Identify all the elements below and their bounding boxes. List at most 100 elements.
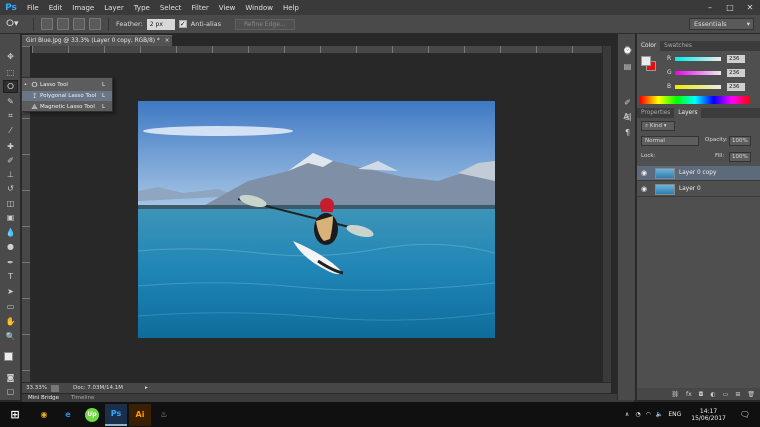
move-tool-icon[interactable]: ✥ [3, 50, 18, 63]
subtract-selection-icon[interactable] [73, 18, 85, 30]
screen-mode-icon[interactable]: ▢ [3, 385, 18, 398]
layer-row[interactable]: ◉ Layer 0 copy [637, 166, 760, 181]
menu-layer[interactable]: Layer [99, 4, 129, 12]
minimize-icon[interactable]: – [700, 0, 720, 15]
zoom-tool-icon[interactable]: 🔍 [3, 330, 18, 343]
close-icon[interactable]: × [165, 38, 170, 44]
steam-icon[interactable]: ♨ [153, 404, 175, 426]
blue-gradient[interactable] [675, 84, 721, 89]
status-arrow-icon[interactable]: ▸ [145, 385, 148, 391]
green-slider[interactable]: G 236 [667, 68, 757, 77]
shape-tool-icon[interactable]: ▭ [3, 300, 18, 313]
windows-start-icon[interactable]: ⊞ [4, 404, 26, 426]
gradient-tool-icon[interactable]: ▣ [3, 211, 18, 224]
green-value[interactable]: 236 [727, 68, 745, 77]
hand-tool-icon[interactable]: ✋ [3, 315, 18, 328]
workspace-select[interactable]: Essentials ▾ [689, 18, 754, 30]
layer-name[interactable]: Layer 0 copy [679, 170, 716, 176]
menu-view[interactable]: View [214, 4, 241, 12]
green-gradient[interactable] [675, 70, 721, 75]
flyout-item-magnetic-lasso[interactable]: ⟁ Magnetic Lasso Tool L [22, 102, 112, 112]
volume-icon[interactable]: 🔈 [656, 411, 663, 418]
blur-tool-icon[interactable]: 💧 [3, 226, 18, 239]
blend-mode-select[interactable]: Normal [641, 136, 699, 146]
history-panel-icon[interactable]: ⌚ [620, 44, 635, 57]
edge-icon[interactable]: e [57, 404, 79, 426]
foreground-color-swatch[interactable] [4, 352, 13, 361]
blue-slider[interactable]: B 236 [667, 82, 757, 91]
chrome-icon[interactable]: ◉ [33, 404, 55, 426]
fill-input[interactable]: 100% [729, 152, 751, 162]
menu-filter[interactable]: Filter [186, 4, 213, 12]
lasso-tool-icon[interactable]: ⵔ [3, 80, 18, 93]
menu-window[interactable]: Window [240, 4, 278, 12]
flyout-item-lasso[interactable]: • ⵔ Lasso Tool L [22, 80, 112, 90]
document-image[interactable] [138, 101, 495, 338]
tab-timeline[interactable]: Timeline [65, 395, 100, 401]
eyedropper-tool-icon[interactable]: ⁄ [3, 124, 18, 137]
chevron-up-icon[interactable]: ∧ [625, 411, 629, 418]
fx-icon[interactable]: fx [686, 391, 692, 398]
refine-edge-button[interactable]: Refine Edge... [235, 18, 295, 30]
upwork-icon[interactable]: Up [85, 407, 99, 422]
color-spectrum[interactable] [640, 96, 750, 104]
menu-select[interactable]: Select [155, 4, 187, 12]
layer-name[interactable]: Layer 0 [679, 186, 701, 192]
color-fg-swatch[interactable] [641, 56, 651, 66]
adjustment-icon[interactable]: ◐ [710, 391, 715, 398]
tab-properties[interactable]: Properties [637, 108, 674, 118]
menu-type[interactable]: Type [129, 4, 155, 12]
type-tool-icon[interactable]: T [3, 270, 18, 283]
red-gradient[interactable] [675, 56, 721, 61]
wifi-icon[interactable]: ◠ [646, 411, 651, 418]
folder-icon[interactable]: ▭ [723, 391, 729, 398]
eraser-tool-icon[interactable]: ◫ [3, 197, 18, 210]
vertical-scrollbar[interactable] [603, 46, 611, 382]
maximize-icon[interactable]: □ [720, 0, 740, 15]
mask-icon[interactable]: ◘ [699, 391, 704, 398]
zoom-readout[interactable]: 33.33% [22, 385, 51, 391]
notification-icon[interactable]: 🗨 [740, 410, 750, 419]
character-panel-icon[interactable]: A| [620, 110, 635, 123]
tab-color[interactable]: Color [637, 41, 661, 51]
eye-icon[interactable]: ◉ [637, 185, 651, 193]
new-layer-icon[interactable]: ⊞ [735, 391, 740, 398]
red-value[interactable]: 236 [727, 54, 745, 63]
menu-file[interactable]: File [22, 4, 44, 12]
illustrator-icon[interactable]: Ai [129, 403, 151, 426]
dodge-tool-icon[interactable]: ● [3, 240, 18, 253]
clock[interactable]: 14:17 15/06/2017 [691, 408, 726, 422]
lasso-preset-icon[interactable]: ⵔ▾ [6, 19, 26, 29]
opacity-input[interactable]: 100% [729, 136, 751, 146]
layer-filter-kind[interactable]: ⌕ Kind ▾ [641, 121, 675, 131]
pen-tool-icon[interactable]: ✒ [3, 256, 18, 269]
link-icon[interactable]: ⛓ [671, 391, 679, 398]
quick-mask-icon[interactable]: ◙ [3, 371, 18, 384]
marquee-tool-icon[interactable]: ⬚ [3, 66, 18, 79]
photoshop-icon[interactable]: Ps [105, 403, 127, 426]
menu-image[interactable]: Image [67, 4, 99, 12]
history-brush-tool-icon[interactable]: ↺ [3, 182, 18, 195]
brush-tool-icon[interactable]: ✐ [3, 154, 18, 167]
paragraph-panel-icon[interactable]: ¶ [620, 126, 635, 139]
crop-tool-icon[interactable]: ⌗ [3, 109, 18, 122]
language-indicator[interactable]: ENG [668, 411, 681, 418]
menu-help[interactable]: Help [278, 4, 304, 12]
new-selection-icon[interactable] [41, 18, 53, 30]
blue-value[interactable]: 236 [727, 82, 745, 91]
trash-icon[interactable]: 🗑 [747, 391, 755, 398]
menu-edit[interactable]: Edit [44, 4, 68, 12]
flyout-item-polygonal-lasso[interactable]: ⟟ Polygonal Lasso Tool L [22, 91, 112, 101]
antialias-checkbox[interactable]: ✓ [178, 20, 187, 28]
healing-brush-tool-icon[interactable]: ✚ [3, 140, 18, 153]
tab-swatches[interactable]: Swatches [660, 41, 696, 51]
layer-row[interactable]: ◉ Layer 0 [637, 182, 760, 197]
path-select-tool-icon[interactable]: ➤ [3, 285, 18, 298]
intersect-selection-icon[interactable] [89, 18, 101, 30]
status-menu-icon[interactable] [50, 384, 59, 392]
add-selection-icon[interactable] [57, 18, 69, 30]
clone-stamp-tool-icon[interactable]: ⊥ [3, 168, 18, 181]
document-tab[interactable]: Girl Blue.jpg @ 33.3% (Layer 0 copy, RGB… [22, 35, 172, 46]
eye-icon[interactable]: ◉ [637, 169, 651, 177]
feather-input[interactable]: 2 px [146, 18, 175, 30]
